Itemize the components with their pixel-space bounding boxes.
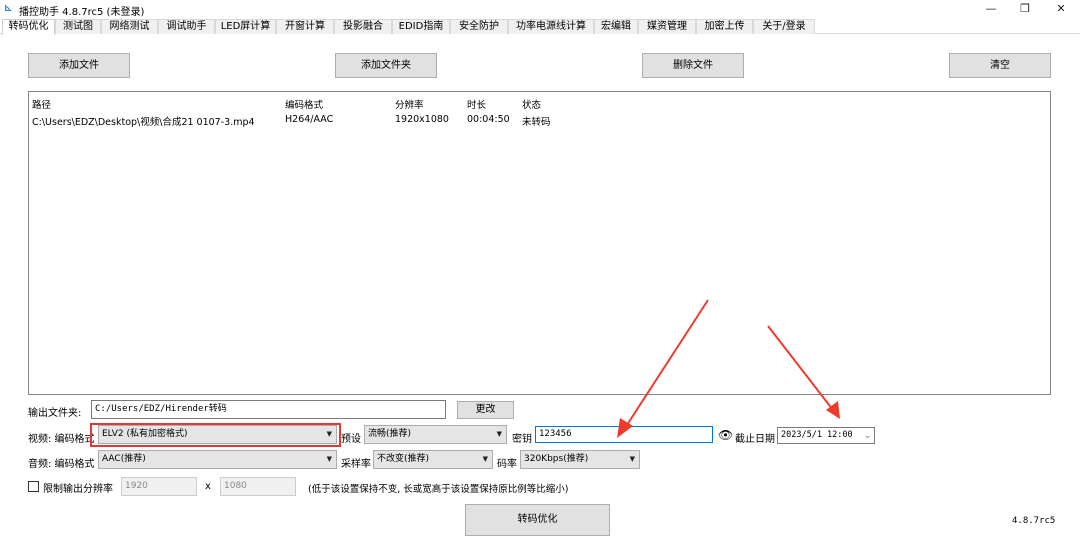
column-header-codec[interactable]: 编码格式	[285, 97, 323, 111]
resolution-hint: (低于该设置保持不变, 长或宽高于该设置保持原比例等比缩小)	[308, 484, 569, 495]
limit-resolution-label[interactable]: 限制输出分辨率	[43, 480, 113, 495]
tab-led-calc[interactable]: LED屏计算	[215, 19, 276, 34]
bitrate-value: 320Kbps(推荐)	[524, 454, 589, 464]
limit-resolution-checkbox[interactable]	[28, 481, 39, 492]
bitrate-select[interactable]: 320Kbps(推荐) ▼	[520, 450, 640, 469]
tab-transcode[interactable]: 转码优化	[2, 19, 55, 35]
key-label: 密钥	[512, 434, 532, 445]
tab-media-management[interactable]: 媒资管理	[638, 19, 696, 34]
audio-codec-select[interactable]: AAC(推荐) ▼	[98, 450, 337, 469]
close-icon[interactable]: ✕	[1046, 0, 1076, 19]
samplerate-value: 不改变(推荐)	[377, 454, 430, 464]
tab-debug-helper[interactable]: 调试助手	[158, 19, 215, 34]
tab-window-calc[interactable]: 开窗计算	[276, 19, 334, 34]
preset-select[interactable]: 流畅(推荐) ▼	[364, 425, 507, 444]
version-label: 4.8.7rc5	[1012, 516, 1056, 526]
output-folder-label: 输出文件夹:	[28, 408, 82, 419]
row-resolution: 1920x1080	[395, 114, 449, 125]
tab-about-login[interactable]: 关于/登录	[753, 19, 815, 34]
preset-value: 流畅(推荐)	[368, 429, 412, 439]
window-title: 播控助手 4.8.7rc5 (未登录)	[19, 7, 145, 18]
bitrate-label: 码率	[497, 459, 517, 470]
expiry-date-picker[interactable]: 2023/5/1 12:00 ⌵	[777, 427, 875, 444]
add-folder-button[interactable]: 添加文件夹	[335, 53, 437, 78]
column-header-resolution[interactable]: 分辨率	[395, 97, 424, 111]
tab-test-pattern[interactable]: 测试图	[55, 19, 101, 34]
tab-edid-guide[interactable]: EDID指南	[392, 19, 450, 34]
tab-strip: 转码优化 测试图 网络测试 调试助手 LED屏计算 开窗计算 投影融合 EDID…	[0, 19, 1080, 35]
column-header-status[interactable]: 状态	[522, 97, 541, 111]
samplerate-label: 采样率	[341, 459, 371, 470]
minimize-icon[interactable]: —	[976, 0, 1006, 19]
app-icon: ⊾	[4, 3, 13, 14]
eye-icon[interactable]: 👁	[718, 428, 733, 442]
arrowhead-expiry	[826, 401, 840, 419]
dropdown-arrow-icon: ▼	[629, 455, 635, 463]
highlight-box	[90, 423, 341, 447]
row-duration: 00:04:50	[467, 114, 510, 125]
transcode-button[interactable]: 转码优化	[465, 504, 610, 536]
row-codec: H264/AAC	[285, 114, 334, 125]
resolution-width-input[interactable]: 1920	[121, 477, 197, 496]
dropdown-arrow-icon: ▼	[482, 455, 488, 463]
audio-codec-value: AAC(推荐)	[102, 454, 146, 464]
tab-macro-editor[interactable]: 宏编辑	[594, 19, 638, 34]
row-path[interactable]: C:\Users\EDZ\Desktop\视频\合成21 0107-3.mp4	[32, 114, 255, 128]
tab-security[interactable]: 安全防护	[450, 19, 508, 34]
expiry-date-label: 截止日期	[735, 434, 775, 445]
file-list[interactable]: 路径 编码格式 分辨率 时长 状态 C:\Users\EDZ\Desktop\视…	[28, 91, 1051, 395]
tab-encrypted-upload[interactable]: 加密上传	[696, 19, 753, 34]
clear-button[interactable]: 清空	[949, 53, 1051, 78]
preset-label: 预设	[341, 434, 361, 445]
chevron-down-icon: ⌵	[865, 431, 870, 440]
expiry-date-value: 2023/5/1 12:00	[781, 430, 853, 440]
samplerate-select[interactable]: 不改变(推荐) ▼	[373, 450, 493, 469]
column-header-duration[interactable]: 时长	[467, 97, 486, 111]
tab-projection-blend[interactable]: 投影融合	[334, 19, 392, 34]
tab-network-test[interactable]: 网络测试	[101, 19, 158, 34]
output-folder-input[interactable]: C:/Users/EDZ/Hirender转码	[91, 400, 446, 419]
delete-file-button[interactable]: 删除文件	[642, 53, 744, 78]
row-status: 未转码	[522, 117, 551, 128]
resolution-height-input[interactable]: 1080	[220, 477, 296, 496]
audio-codec-label: 音频: 编码格式	[28, 459, 95, 470]
add-file-button[interactable]: 添加文件	[28, 53, 130, 78]
video-codec-label: 视频: 编码格式	[28, 434, 95, 445]
restore-icon[interactable]: ❐	[1010, 0, 1040, 19]
column-header-path[interactable]: 路径	[32, 97, 51, 111]
change-folder-button[interactable]: 更改	[457, 401, 514, 419]
tab-power-calc[interactable]: 功率电源线计算	[508, 19, 594, 34]
key-input[interactable]: 123456	[535, 426, 713, 443]
dropdown-arrow-icon: ▼	[496, 430, 502, 438]
dropdown-arrow-icon: ▼	[326, 455, 332, 463]
title-bar: ⊾ 播控助手 4.8.7rc5 (未登录) — ❐ ✕	[0, 0, 1080, 19]
resolution-x-label: x	[205, 481, 211, 492]
